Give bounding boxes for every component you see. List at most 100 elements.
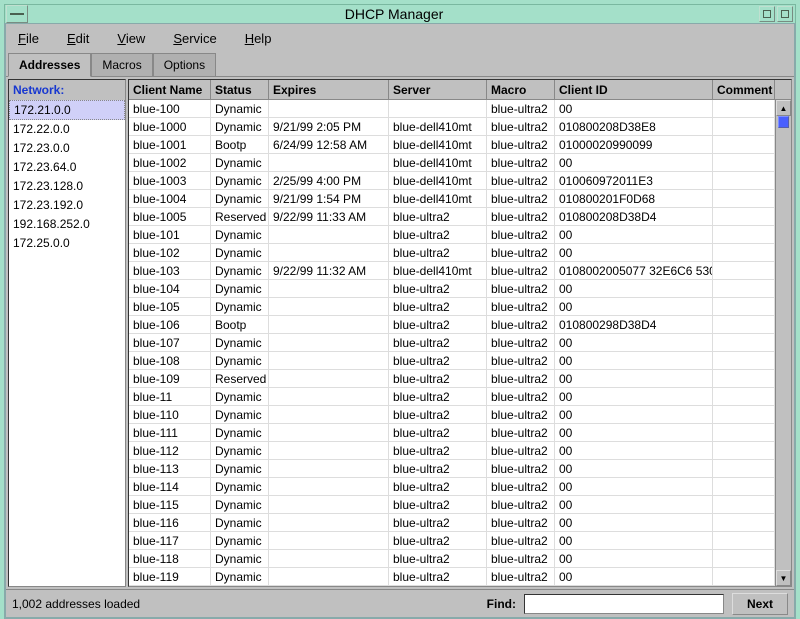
cell-expires [269,100,389,117]
table-row[interactable]: blue-109Reservedblue-ultra2blue-ultra200 [129,370,791,388]
cell-expires [269,298,389,315]
cell-macro: blue-ultra2 [487,244,555,261]
cell-server: blue-dell410mt [389,190,487,207]
table-row[interactable]: blue-116Dynamicblue-ultra2blue-ultra200 [129,514,791,532]
table-row[interactable]: blue-102Dynamicblue-ultra2blue-ultra200 [129,244,791,262]
cell-expires: 2/25/99 4:00 PM [269,172,389,189]
cell-status: Dynamic [211,550,269,567]
cell-client: blue-100 [129,100,211,117]
cell-expires [269,154,389,171]
cell-server: blue-ultra2 [389,406,487,423]
column-client-name[interactable]: Client Name [129,80,211,99]
cell-status: Dynamic [211,154,269,171]
sidebar-item-network[interactable]: 172.23.192.0 [9,196,125,215]
table-row[interactable]: blue-105Dynamicblue-ultra2blue-ultra200 [129,298,791,316]
cell-comment [713,118,775,135]
table-row[interactable]: blue-1000Dynamic9/21/99 2:05 PMblue-dell… [129,118,791,136]
find-input[interactable] [524,594,724,614]
table-row[interactable]: blue-101Dynamicblue-ultra2blue-ultra200 [129,226,791,244]
sidebar-item-network[interactable]: 172.23.64.0 [9,158,125,177]
menu-edit[interactable]: Edit [67,31,89,46]
cell-status: Dynamic [211,568,269,585]
table-row[interactable]: blue-113Dynamicblue-ultra2blue-ultra200 [129,460,791,478]
table-row[interactable]: blue-115Dynamicblue-ultra2blue-ultra200 [129,496,791,514]
table-row[interactable]: blue-103Dynamic9/22/99 11:32 AMblue-dell… [129,262,791,280]
table-row[interactable]: blue-1001Bootp6/24/99 12:58 AMblue-dell4… [129,136,791,154]
scroll-down-button[interactable]: ▼ [776,570,791,586]
column-expires[interactable]: Expires [269,80,389,99]
cell-status: Dynamic [211,298,269,315]
table-row[interactable]: blue-1004Dynamic9/21/99 1:54 PMblue-dell… [129,190,791,208]
table-row[interactable]: blue-117Dynamicblue-ultra2blue-ultra200 [129,532,791,550]
cell-server [389,100,487,117]
cell-client: blue-114 [129,478,211,495]
cell-id: 00 [555,406,713,423]
table-row[interactable]: blue-119Dynamicblue-ultra2blue-ultra200 [129,568,791,586]
cell-comment [713,226,775,243]
column-comment[interactable]: Comment [713,80,775,99]
cell-expires [269,226,389,243]
cell-id: 00 [555,550,713,567]
sidebar-item-network[interactable]: 172.25.0.0 [9,234,125,253]
cell-server: blue-ultra2 [389,478,487,495]
cell-server: blue-ultra2 [389,370,487,387]
cell-macro: blue-ultra2 [487,478,555,495]
menu-service[interactable]: Service [173,31,216,46]
cell-server: blue-ultra2 [389,550,487,567]
sidebar-item-network[interactable]: 172.23.0.0 [9,139,125,158]
table-row[interactable]: blue-1003Dynamic2/25/99 4:00 PMblue-dell… [129,172,791,190]
cell-macro: blue-ultra2 [487,514,555,531]
cell-server: blue-ultra2 [389,532,487,549]
cell-macro: blue-ultra2 [487,190,555,207]
cell-client: blue-1002 [129,154,211,171]
scroll-thumb[interactable] [778,116,789,128]
vertical-scrollbar[interactable]: ▲ ▼ [775,100,791,586]
table-row[interactable]: blue-108Dynamicblue-ultra2blue-ultra200 [129,352,791,370]
table-row[interactable]: blue-118Dynamicblue-ultra2blue-ultra200 [129,550,791,568]
menu-view[interactable]: View [117,31,145,46]
cell-id: 00 [555,244,713,261]
app-window: DHCP Manager File Edit View Service Help… [0,0,800,600]
table-row[interactable]: blue-1005Reserved9/22/99 11:33 AMblue-ul… [129,208,791,226]
scroll-up-button[interactable]: ▲ [776,100,791,116]
sidebar-header: Network: [9,80,125,100]
tab-macros[interactable]: Macros [91,53,152,77]
table-row[interactable]: blue-111Dynamicblue-ultra2blue-ultra200 [129,424,791,442]
sidebar-item-network[interactable]: 172.21.0.0 [9,100,125,120]
table-row[interactable]: blue-110Dynamicblue-ultra2blue-ultra200 [129,406,791,424]
sidebar-item-network[interactable]: 192.168.252.0 [9,215,125,234]
menu-help[interactable]: Help [245,31,272,46]
cell-server: blue-ultra2 [389,388,487,405]
column-macro[interactable]: Macro [487,80,555,99]
minimize-button[interactable] [759,6,775,22]
cell-client: blue-107 [129,334,211,351]
table-row[interactable]: blue-104Dynamicblue-ultra2blue-ultra200 [129,280,791,298]
maximize-button[interactable] [777,6,793,22]
cell-comment [713,280,775,297]
column-server[interactable]: Server [389,80,487,99]
menu-file[interactable]: File [18,31,39,46]
tab-options[interactable]: Options [153,53,216,77]
next-button[interactable]: Next [732,593,788,615]
table-row[interactable]: blue-100Dynamicblue-ultra200 [129,100,791,118]
cell-comment [713,316,775,333]
cell-comment [713,388,775,405]
table-row[interactable]: blue-1002Dynamicblue-dell410mtblue-ultra… [129,154,791,172]
table-row[interactable]: blue-107Dynamicblue-ultra2blue-ultra200 [129,334,791,352]
window-menu-button[interactable] [6,5,28,23]
table-row[interactable]: blue-11Dynamicblue-ultra2blue-ultra200 [129,388,791,406]
table-row[interactable]: blue-112Dynamicblue-ultra2blue-ultra200 [129,442,791,460]
cell-status: Dynamic [211,100,269,117]
sidebar-item-network[interactable]: 172.23.128.0 [9,177,125,196]
sidebar-item-network[interactable]: 172.22.0.0 [9,120,125,139]
tab-addresses[interactable]: Addresses [8,53,91,77]
cell-macro: blue-ultra2 [487,406,555,423]
table-row[interactable]: blue-106Bootpblue-ultra2blue-ultra201080… [129,316,791,334]
column-client-id[interactable]: Client ID [555,80,713,99]
cell-id: 00 [555,370,713,387]
cell-status: Dynamic [211,460,269,477]
table-row[interactable]: blue-114Dynamicblue-ultra2blue-ultra200 [129,478,791,496]
cell-client: blue-119 [129,568,211,585]
column-status[interactable]: Status [211,80,269,99]
cell-server: blue-ultra2 [389,226,487,243]
